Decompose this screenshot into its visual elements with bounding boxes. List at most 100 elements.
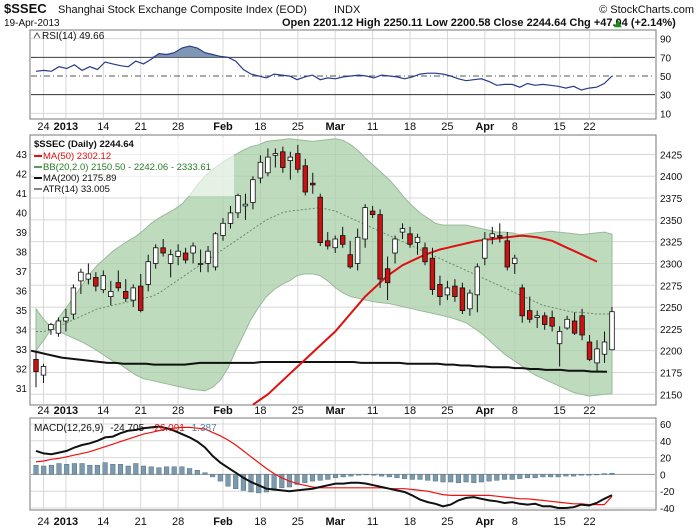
rsi-axis-tick: 50 <box>660 72 672 83</box>
price-axis-tick: 2250 <box>660 303 683 314</box>
candle-body <box>257 161 264 179</box>
candle-body <box>227 212 234 224</box>
left-axis-tick: 35 <box>16 306 28 317</box>
price-axis-tick: 2200 <box>660 347 683 358</box>
x-axis-label: 2013 <box>54 405 78 417</box>
candle-body <box>317 196 323 243</box>
macd-histogram-bar <box>471 474 477 484</box>
x-axis-label: 18 <box>254 121 266 133</box>
candle-body <box>542 315 548 325</box>
candle-body <box>497 235 503 238</box>
rsi-axis-tick: 30 <box>660 91 672 102</box>
candle-body <box>474 266 480 296</box>
macd-histogram-bar <box>594 474 600 476</box>
macd-histogram-bar <box>79 463 85 475</box>
macd-histogram-bar <box>33 464 39 475</box>
x-axis-label: 8 <box>512 516 518 528</box>
candle-body <box>422 247 428 263</box>
x-axis-label: 22 <box>583 516 595 528</box>
candle-body <box>70 287 77 315</box>
macd-axis-tick: -20 <box>660 487 675 498</box>
candle-body <box>519 287 525 317</box>
x-axis-label: 11 <box>367 405 378 417</box>
x-axis-label: 22 <box>583 121 595 133</box>
x-axis-label: Feb <box>213 121 233 133</box>
x-axis-label: Apr <box>475 121 495 133</box>
macd-histogram-bar <box>117 464 124 475</box>
candle-body <box>220 222 226 236</box>
candle-body <box>182 252 189 261</box>
x-axis-label: 25 <box>292 405 304 417</box>
candle-body <box>549 317 555 327</box>
left-axis-tick: 32 <box>16 365 28 376</box>
legend-bb: BB(20,2.0) 2150.50 - 2242.06 - 2333.61 <box>43 162 211 173</box>
x-axis-label: 2013 <box>54 516 78 528</box>
macd-label-hist: 1.387 <box>192 423 217 434</box>
candle-body <box>594 348 600 364</box>
x-axis-label: Feb <box>213 516 233 528</box>
quote-date: 19-Apr-2013 <box>4 18 60 29</box>
x-axis-label: 11 <box>367 516 378 528</box>
macd-histogram-bar <box>524 474 531 479</box>
x-axis-label: 11 <box>367 121 378 133</box>
candle-body <box>579 315 585 336</box>
candle-body <box>347 254 353 268</box>
rsi-axis-tick: 70 <box>660 53 672 64</box>
left-axis-tick: 41 <box>16 189 28 200</box>
x-axis-label: 28 <box>172 121 184 133</box>
candle-body <box>429 257 436 291</box>
x-axis-label: 8 <box>512 121 518 133</box>
candle-body <box>437 283 443 297</box>
left-axis-tick: 37 <box>16 267 28 278</box>
macd-histogram-bar <box>548 474 554 478</box>
x-axis-label: 28 <box>172 516 184 528</box>
instrument-name: Shanghai Stock Exchange Composite Index … <box>58 4 307 16</box>
candle-body <box>100 275 106 291</box>
x-axis-label: 18 <box>404 121 416 133</box>
legend-ma200: MA(200) 2175.89 <box>43 173 116 184</box>
macd-axis-tick: -40 <box>660 504 675 515</box>
left-axis-tick: 38 <box>16 248 28 259</box>
x-axis-label: 18 <box>254 405 266 417</box>
rsi-label: RSI(14) 49.66 <box>42 31 105 42</box>
macd-histogram-bar <box>586 474 592 476</box>
macd-histogram-bar <box>325 474 331 480</box>
price-axis-tick: 2375 <box>660 194 683 205</box>
symbol: $SSEC <box>4 1 47 16</box>
candle-body <box>242 203 249 207</box>
candle-body <box>287 156 293 162</box>
candle-body <box>407 233 413 245</box>
up-arrow-icon: ▲ <box>614 18 622 29</box>
macd-histogram-bar <box>571 474 577 477</box>
candle-body <box>354 236 361 264</box>
macd-axis-tick: 20 <box>660 454 672 465</box>
macd-label-prefix: MACD(12,26,9) <box>34 423 103 434</box>
x-axis-label: 2013 <box>54 121 78 133</box>
macd-histogram-bar <box>402 474 408 479</box>
macd-histogram-bar <box>217 474 223 482</box>
x-axis-label: 25 <box>441 121 453 133</box>
candle-body <box>609 311 615 351</box>
candle-body <box>482 238 488 259</box>
candle-body <box>332 238 338 249</box>
macd-histogram-bar <box>517 474 523 479</box>
candle-body <box>534 315 540 318</box>
macd-histogram-bar <box>64 464 70 475</box>
macd-histogram-bar <box>356 474 362 476</box>
x-axis-label: 14 <box>97 405 109 417</box>
macd-histogram-bar <box>540 474 546 478</box>
candle-body <box>302 165 308 193</box>
x-axis-label: 15 <box>554 121 566 133</box>
macd-histogram-bar <box>563 474 569 477</box>
x-axis-label: Apr <box>475 516 495 528</box>
candle-body <box>272 153 279 156</box>
price-axis-tick: 2425 <box>660 150 683 161</box>
macd-histogram-bar <box>48 464 54 475</box>
candle-body <box>265 156 271 174</box>
candle-body <box>145 261 151 285</box>
left-axis-tick: 43 <box>16 150 28 161</box>
x-axis-label: Mar <box>325 516 345 528</box>
x-axis-label: 28 <box>172 405 184 417</box>
candle-body <box>63 317 69 322</box>
legend-title: $SSEC (Daily) 2244.64 <box>34 139 135 150</box>
